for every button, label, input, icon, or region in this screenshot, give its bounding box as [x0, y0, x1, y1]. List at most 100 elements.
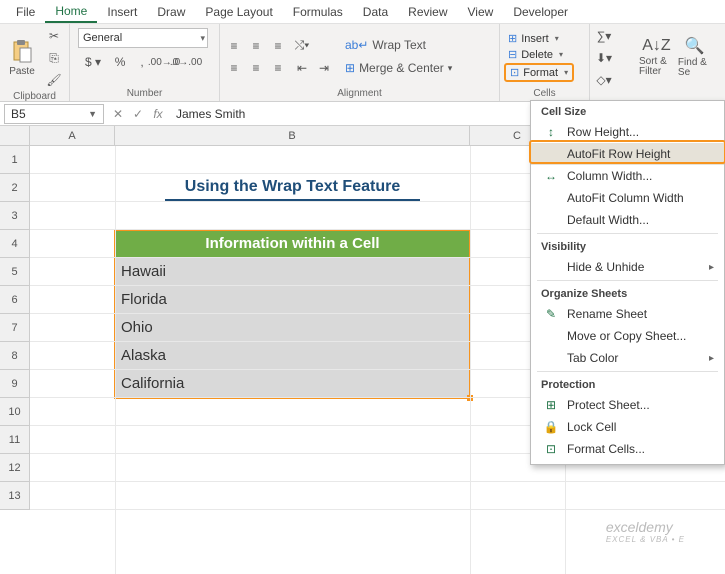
group-editing-1: ∑▾ ⬇▾ ◇▾ [590, 24, 635, 101]
lock-icon: 🔒 [543, 420, 559, 434]
dd-format-cells[interactable]: ⊡Format Cells... [531, 438, 724, 460]
delete-cells-button[interactable]: ⊟Delete▾ [504, 47, 574, 62]
row-header-10[interactable]: 10 [0, 398, 29, 426]
col-header-A[interactable]: A [30, 126, 115, 145]
menu-developer[interactable]: Developer [503, 2, 578, 22]
menu-file[interactable]: File [6, 2, 45, 22]
format-dropdown-menu: Cell Size ↕Row Height... AutoFit Row Hei… [530, 100, 725, 465]
group-editing-2: A↓Z Sort & Filter 🔍 Find & Se [635, 24, 715, 101]
clear-button[interactable]: ◇▾ [594, 70, 614, 90]
find-icon: 🔍 [685, 36, 705, 56]
menu-data[interactable]: Data [353, 2, 398, 22]
dd-move-copy-sheet[interactable]: Move or Copy Sheet... [531, 325, 724, 347]
dd-column-width[interactable]: ↔Column Width... [531, 165, 724, 187]
group-label-number: Number [74, 87, 215, 101]
group-label-alignment: Alignment [224, 87, 495, 101]
decrease-indent-button[interactable]: ⇤ [292, 58, 312, 78]
dd-section-protection: Protection [531, 374, 724, 394]
dd-protect-sheet[interactable]: ⊞Protect Sheet... [531, 394, 724, 416]
percent-button[interactable]: % [110, 52, 130, 72]
fill-button[interactable]: ⬇▾ [594, 48, 614, 68]
align-left-button[interactable]: ≡ [224, 58, 244, 78]
merge-center-button[interactable]: ⊞ Merge & Center ▾ [338, 58, 478, 78]
delete-icon: ⊟ [508, 48, 517, 61]
menu-page-layout[interactable]: Page Layout [195, 2, 282, 22]
insert-cells-button[interactable]: ⊞Insert▾ [504, 31, 574, 46]
dd-row-height[interactable]: ↕Row Height... [531, 121, 724, 143]
number-format-select[interactable]: General [78, 28, 208, 48]
dd-rename-sheet[interactable]: ✎Rename Sheet [531, 303, 724, 325]
sort-filter-button[interactable]: A↓Z Sort & Filter [639, 35, 674, 79]
menu-insert[interactable]: Insert [97, 2, 147, 22]
menu-home[interactable]: Home [45, 1, 97, 23]
align-top-button[interactable]: ≡ [224, 36, 244, 56]
select-all-corner[interactable] [0, 126, 30, 146]
dd-section-organize: Organize Sheets [531, 283, 724, 303]
row-header-6[interactable]: 6 [0, 286, 29, 314]
cancel-formula-button[interactable]: ✕ [108, 104, 128, 124]
wrap-text-button[interactable]: ab↵ Wrap Text [338, 35, 448, 55]
row-height-icon: ↕ [543, 125, 559, 139]
merge-icon: ⊞ [345, 61, 355, 75]
name-box[interactable]: B5▼ [4, 104, 104, 124]
row-header-1[interactable]: 1 [0, 146, 29, 174]
menu-review[interactable]: Review [398, 2, 457, 22]
col-header-B[interactable]: B [115, 126, 470, 145]
align-middle-button[interactable]: ≡ [246, 36, 266, 56]
cut-button[interactable]: ✂ [44, 26, 64, 46]
menu-draw[interactable]: Draw [147, 2, 195, 22]
decrease-decimal-button[interactable]: .0→.00 [176, 52, 196, 72]
col-width-icon: ↔ [543, 169, 559, 183]
format-painter-button[interactable]: 🖌 [44, 70, 64, 90]
row-header-13[interactable]: 13 [0, 482, 29, 510]
currency-button[interactable]: $ ▾ [78, 52, 108, 72]
fx-button[interactable]: fx [148, 104, 168, 124]
menu-bar: FileHomeInsertDrawPage LayoutFormulasDat… [0, 0, 725, 24]
ribbon: Paste ✂ ⎘ 🖌 Clipboard General $ ▾ % , .0… [0, 24, 725, 102]
menu-formulas[interactable]: Formulas [283, 2, 353, 22]
orientation-button[interactable]: ⤭▾ [292, 36, 312, 56]
enter-formula-button[interactable]: ✓ [128, 104, 148, 124]
watermark: exceldemy EXCEL & VBA • E [606, 519, 685, 544]
group-number: General $ ▾ % , .00→.0 .0→.00 Number [70, 24, 220, 101]
row-header-7[interactable]: 7 [0, 314, 29, 342]
find-select-button[interactable]: 🔍 Find & Se [678, 35, 711, 79]
dd-section-cellsize: Cell Size [531, 101, 724, 121]
row-header-2[interactable]: 2 [0, 174, 29, 202]
wrap-text-icon: ab↵ [345, 38, 368, 52]
row-header-3[interactable]: 3 [0, 202, 29, 230]
format-cells-icon: ⊡ [543, 442, 559, 456]
align-right-button[interactable]: ≡ [268, 58, 288, 78]
increase-indent-button[interactable]: ⇥ [314, 58, 334, 78]
dd-lock-cell[interactable]: 🔒Lock Cell [531, 416, 724, 438]
group-alignment: ≡ ≡ ≡ ≡ ≡ ≡ ⤭▾ ⇤ ⇥ [220, 24, 500, 101]
dd-default-width[interactable]: Default Width... [531, 209, 724, 231]
format-icon: ⊡ [510, 66, 519, 79]
group-cells: ⊞Insert▾ ⊟Delete▾ ⊡Format▾ Cells [500, 24, 590, 101]
protect-icon: ⊞ [543, 398, 559, 412]
menu-view[interactable]: View [458, 2, 504, 22]
dd-hide-unhide[interactable]: Hide & Unhide▸ [531, 256, 724, 278]
sort-icon: A↓Z [642, 37, 670, 55]
dd-autofit-column-width[interactable]: AutoFit Column Width [531, 187, 724, 209]
format-cells-button[interactable]: ⊡Format▾ [504, 63, 574, 82]
dd-tab-color[interactable]: Tab Color▸ [531, 347, 724, 369]
rename-icon: ✎ [543, 307, 559, 321]
dd-autofit-row-height[interactable]: AutoFit Row Height [531, 143, 724, 165]
row-header-5[interactable]: 5 [0, 258, 29, 286]
dd-section-visibility: Visibility [531, 236, 724, 256]
group-label-cells: Cells [504, 87, 585, 101]
align-center-button[interactable]: ≡ [246, 58, 266, 78]
paste-button[interactable]: Paste [4, 36, 40, 80]
align-bottom-button[interactable]: ≡ [268, 36, 288, 56]
row-header-4[interactable]: 4 [0, 230, 29, 258]
row-header-8[interactable]: 8 [0, 342, 29, 370]
row-header-11[interactable]: 11 [0, 426, 29, 454]
row-header-9[interactable]: 9 [0, 370, 29, 398]
autosum-button[interactable]: ∑▾ [594, 26, 614, 46]
insert-icon: ⊞ [508, 32, 517, 45]
copy-button[interactable]: ⎘ [44, 48, 64, 68]
group-clipboard: Paste ✂ ⎘ 🖌 Clipboard [0, 24, 70, 101]
group-label-clipboard: Clipboard [4, 90, 65, 103]
row-header-12[interactable]: 12 [0, 454, 29, 482]
